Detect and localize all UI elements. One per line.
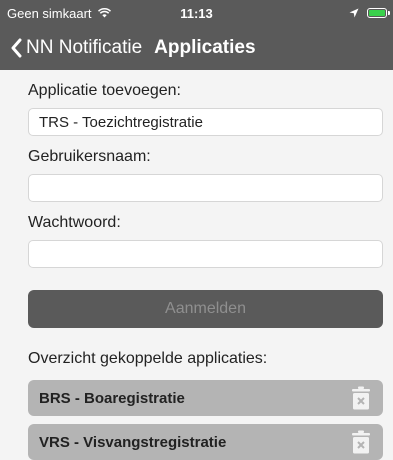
linked-app-item[interactable]: VRS - Visvangstregistratie <box>28 424 383 460</box>
page-title: Applicaties <box>154 37 256 58</box>
linked-apps-heading: Overzicht gekoppelde applicaties: <box>28 350 268 367</box>
linked-app-name: BRS - Boaregistratie <box>39 389 185 407</box>
navigation-bar: NN Notificatie Applicaties <box>0 26 393 70</box>
trash-icon[interactable] <box>351 430 371 454</box>
add-application-label: Applicatie toevoegen: <box>28 82 181 99</box>
password-field[interactable] <box>28 240 383 268</box>
password-label: Wachtwoord: <box>28 214 121 231</box>
linked-app-name: VRS - Visvangstregistratie <box>39 433 227 451</box>
carrier-label: Geen simkaart <box>7 5 92 21</box>
username-label: Gebruikersnaam: <box>28 148 151 165</box>
wifi-icon <box>97 8 111 18</box>
back-button[interactable]: NN Notificatie <box>10 37 142 59</box>
battery-icon <box>367 8 390 18</box>
login-button[interactable]: Aanmelden <box>28 290 383 328</box>
linked-app-item[interactable]: BRS - Boaregistratie <box>28 380 383 416</box>
main-content: Applicatie toevoegen: Gebruikersnaam: Wa… <box>0 82 393 460</box>
trash-icon[interactable] <box>351 386 371 410</box>
chevron-left-icon <box>11 38 22 58</box>
username-field[interactable] <box>28 174 383 202</box>
status-bar: Geen simkaart 11:13 <box>0 0 393 26</box>
back-button-label: NN Notificatie <box>26 37 143 58</box>
location-arrow-icon <box>349 8 359 18</box>
application-select[interactable] <box>28 108 383 136</box>
